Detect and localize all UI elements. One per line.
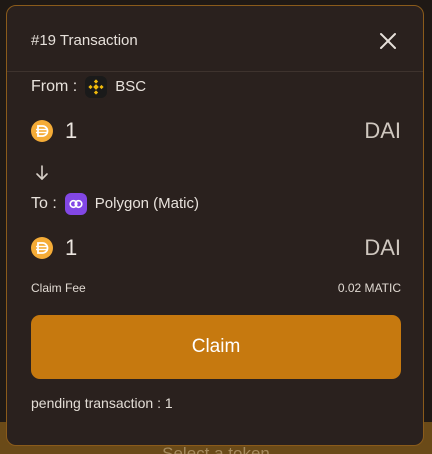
claim-fee-label: Claim Fee [31,281,86,295]
to-amount-value: 1 [65,235,78,260]
from-amount-value: 1 [65,118,78,143]
bnb-chain-icon [85,76,108,98]
transaction-modal: #19 Transaction From : BSC 1 DAI To: Po… [6,5,424,446]
from-amount-symbol: DAI [364,118,401,143]
from-chain-row: From : BSC [31,76,146,98]
claim-fee-row: Claim Fee 0.02 MATIC [31,279,401,297]
header-divider [7,71,423,72]
claim-button[interactable]: Claim [31,315,401,379]
dai-token-icon [31,120,53,142]
to-amount-row: 1 DAI [31,233,401,263]
to-label: To : [31,195,57,212]
arrow-down-icon [35,164,49,182]
to-chain-name: Polygon (Matic) [94,195,199,212]
to-chain-row: To : Polygon (Matic) [31,193,199,215]
from-label: From : [31,78,78,95]
polygon-chain-icon [64,193,87,215]
claim-fee-value: 0.02 MATIC [337,281,401,295]
dai-token-icon [31,237,53,259]
close-icon[interactable] [377,30,399,52]
pending-transaction-text: pending transaction : 1 [31,395,173,411]
to-amount-symbol: DAI [364,235,401,260]
modal-title: #19 Transaction [31,32,138,49]
from-chain-name: BSC [115,78,147,95]
from-amount-row: 1 DAI [31,116,401,146]
